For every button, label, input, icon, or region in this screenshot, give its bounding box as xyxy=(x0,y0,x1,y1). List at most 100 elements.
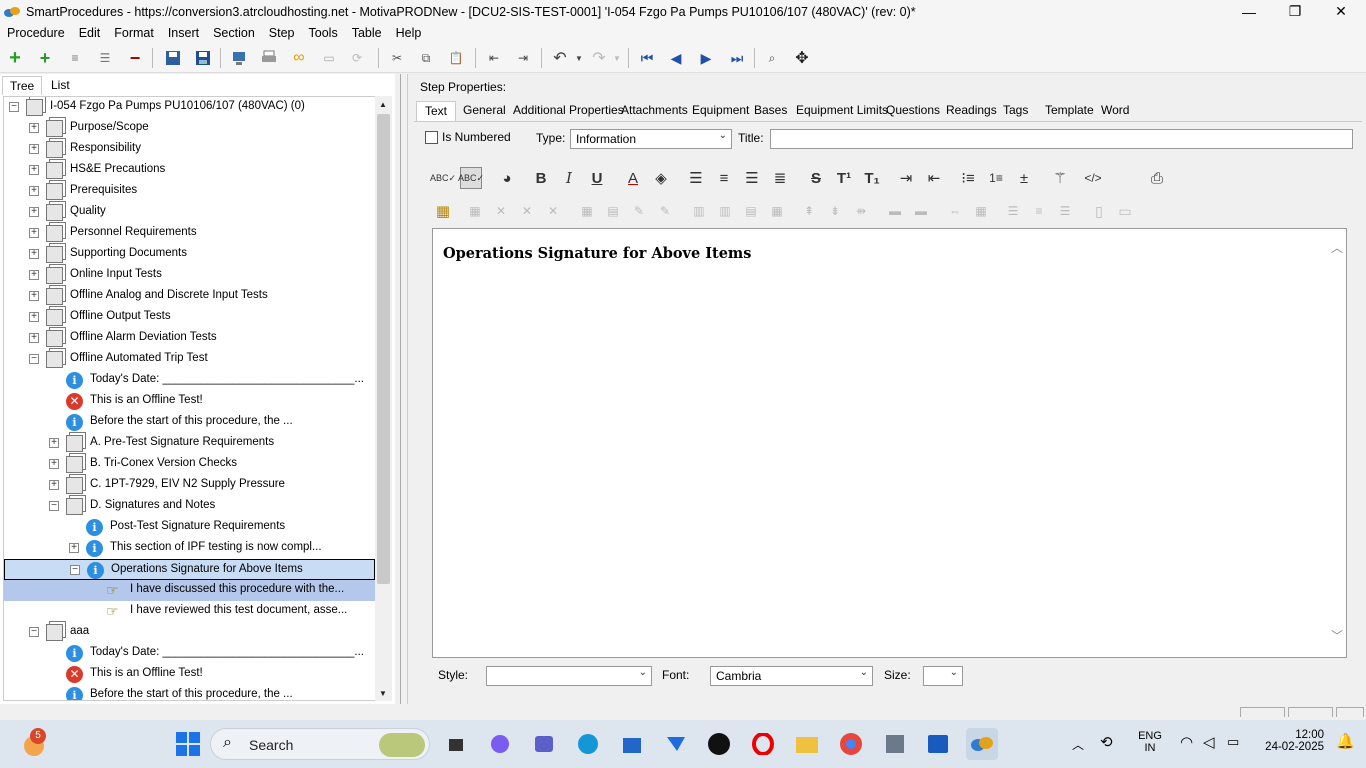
wifi-icon[interactable]: ◠ xyxy=(1180,733,1193,751)
collapse-icon[interactable]: − xyxy=(29,354,39,364)
expand-icon[interactable]: + xyxy=(29,207,39,217)
collapse-icon[interactable]: − xyxy=(49,501,59,511)
tree-node[interactable]: ☞ I have discussed this procedure with th… xyxy=(4,580,375,601)
power-automate-icon[interactable] xyxy=(660,728,692,760)
delete-icon[interactable]: − xyxy=(124,47,146,69)
italic-button[interactable]: I xyxy=(558,167,580,189)
menu-format[interactable]: Format xyxy=(107,26,161,40)
theme-icon[interactable]: ◕ xyxy=(496,167,518,189)
insert-line-icon[interactable]: ± xyxy=(1013,167,1035,189)
tree-node[interactable]: + Responsibility xyxy=(4,139,375,160)
tree-node[interactable]: + Offline Output Tests xyxy=(4,307,375,328)
scroll-up-icon[interactable]: ▲ xyxy=(379,100,387,109)
start-icon[interactable] xyxy=(172,728,204,760)
scroll-down-icon[interactable]: ▼ xyxy=(379,689,387,698)
tab-tree[interactable]: Tree xyxy=(2,76,43,95)
tree-node[interactable]: + i This section of IPF testing is now com… xyxy=(4,538,375,559)
indent-icon[interactable]: ⇥ xyxy=(512,47,534,69)
tree-node[interactable]: i Before the start of this procedure, the… xyxy=(4,685,375,700)
tab-template[interactable]: Template xyxy=(1045,101,1094,121)
collapse-icon[interactable]: − xyxy=(9,102,19,112)
title-input[interactable] xyxy=(770,129,1353,149)
battery-icon[interactable]: ▭ xyxy=(1227,734,1239,750)
tab-bases[interactable]: Bases xyxy=(754,101,787,121)
tab-list[interactable]: List xyxy=(44,76,77,95)
tab-equipment-limits[interactable]: Equipment Limits xyxy=(796,101,888,121)
tab-text[interactable]: Text xyxy=(416,101,457,121)
tree-node[interactable]: − Offline Automated Trip Test xyxy=(4,349,375,370)
underline-button[interactable]: U xyxy=(586,167,608,189)
expand-icon[interactable]: + xyxy=(29,249,39,259)
expand-icon[interactable]: + xyxy=(29,312,39,322)
editor-scroll-down-icon[interactable]: ﹀ xyxy=(1331,627,1343,644)
tree-node[interactable]: + Prerequisites xyxy=(4,181,375,202)
expand-icon[interactable]: + xyxy=(29,165,39,175)
align-center-icon[interactable]: ≡ xyxy=(713,167,735,189)
expand-icon[interactable]: + xyxy=(49,459,59,469)
save-icon[interactable] xyxy=(192,47,214,69)
menu-edit[interactable]: Edit xyxy=(72,26,108,40)
network-sync-icon[interactable]: ⟲ xyxy=(1100,733,1113,751)
dell-icon[interactable] xyxy=(703,728,735,760)
tree-scrollbar[interactable]: ▲ ▼ xyxy=(375,96,392,701)
next-icon[interactable]: ▶ xyxy=(695,47,717,69)
spellcheck-icon[interactable]: ABC✓ xyxy=(430,167,456,189)
bullet-list-icon[interactable]: ⁝≡ xyxy=(957,167,979,189)
store-icon[interactable] xyxy=(616,728,648,760)
decrease-indent-icon[interactable]: ⇤ xyxy=(923,167,945,189)
link-icon[interactable]: ∞ xyxy=(288,47,310,69)
tree-node[interactable]: i Today's Date: _________________________… xyxy=(4,643,375,664)
tree-node[interactable]: + Offline Alarm Deviation Tests xyxy=(4,328,375,349)
tree-node[interactable]: ☞ I have reviewed this test document, ass… xyxy=(4,601,375,622)
increase-indent-icon[interactable]: ⇥ xyxy=(895,167,917,189)
tree-node[interactable]: + Online Input Tests xyxy=(4,265,375,286)
tree-node[interactable]: i Today's Date: _________________________… xyxy=(4,370,375,391)
tab-questions[interactable]: Questions xyxy=(886,101,940,121)
expand-icon[interactable]: + xyxy=(29,270,39,280)
justify-icon[interactable]: ≣ xyxy=(769,167,791,189)
undo-dropdown-icon[interactable]: ▼ xyxy=(568,47,590,69)
smartprocedures-taskbar-icon[interactable] xyxy=(966,728,998,760)
collapse-icon[interactable]: − xyxy=(70,565,80,575)
close-button[interactable]: ✕ xyxy=(1318,0,1364,23)
expand-icon[interactable]: + xyxy=(49,480,59,490)
edge-icon[interactable] xyxy=(572,728,604,760)
tree-node[interactable]: + B. Tri-Conex Version Checks xyxy=(4,454,375,475)
tab-general[interactable]: General xyxy=(463,101,506,121)
style-select[interactable]: ⌄ xyxy=(486,666,652,686)
tree-node[interactable]: + Purpose/Scope xyxy=(4,118,375,139)
tab-readings[interactable]: Readings xyxy=(946,101,997,121)
tree-node[interactable]: ✕ This is an Offline Test! xyxy=(4,391,375,412)
tree-node[interactable]: + C. 1PT-7929, EIV N2 Supply Pressure xyxy=(4,475,375,496)
menu-insert[interactable]: Insert xyxy=(161,26,206,40)
clock[interactable]: 12:00 24-02-2025 xyxy=(1258,729,1324,753)
chrome-icon[interactable] xyxy=(835,728,867,760)
expand-icon[interactable]: + xyxy=(29,228,39,238)
expand-icon[interactable]: + xyxy=(49,438,59,448)
menu-table[interactable]: Table xyxy=(345,26,389,40)
tree-node[interactable]: ✕ This is an Offline Test! xyxy=(4,664,375,685)
restore-button[interactable]: ❐ xyxy=(1272,0,1318,23)
task-view-icon[interactable] xyxy=(440,728,472,760)
expand-icon[interactable]: + xyxy=(29,333,39,343)
copilot-icon[interactable] xyxy=(484,728,516,760)
add-section-icon[interactable]: + xyxy=(4,47,26,69)
type-select[interactable]: Information ⌄ xyxy=(570,129,732,149)
move-icon[interactable]: ✥ xyxy=(791,47,813,69)
tree-node[interactable]: + Quality xyxy=(4,202,375,223)
opera-icon[interactable] xyxy=(747,728,779,760)
chevron-up-icon[interactable]: ︿ xyxy=(1072,736,1084,753)
expand-icon[interactable]: + xyxy=(29,291,39,301)
size-select[interactable]: ⌄ xyxy=(923,666,963,686)
menu-step[interactable]: Step xyxy=(262,26,302,40)
expand-icon[interactable]: + xyxy=(29,144,39,154)
editor-content[interactable]: Operations Signature for Above Items xyxy=(443,245,751,262)
expand-icon[interactable]: + xyxy=(69,543,79,553)
teams-icon[interactable] xyxy=(528,728,560,760)
volume-icon[interactable]: ◁ xyxy=(1203,733,1215,751)
tab-word[interactable]: Word xyxy=(1101,101,1129,121)
list-detail-icon[interactable]: ☰ xyxy=(94,47,116,69)
editor-scroll-up-icon[interactable]: ︿ xyxy=(1331,239,1343,256)
notifications-icon[interactable]: 🔔 xyxy=(1336,732,1355,750)
cut-icon[interactable]: ✂ xyxy=(386,47,408,69)
